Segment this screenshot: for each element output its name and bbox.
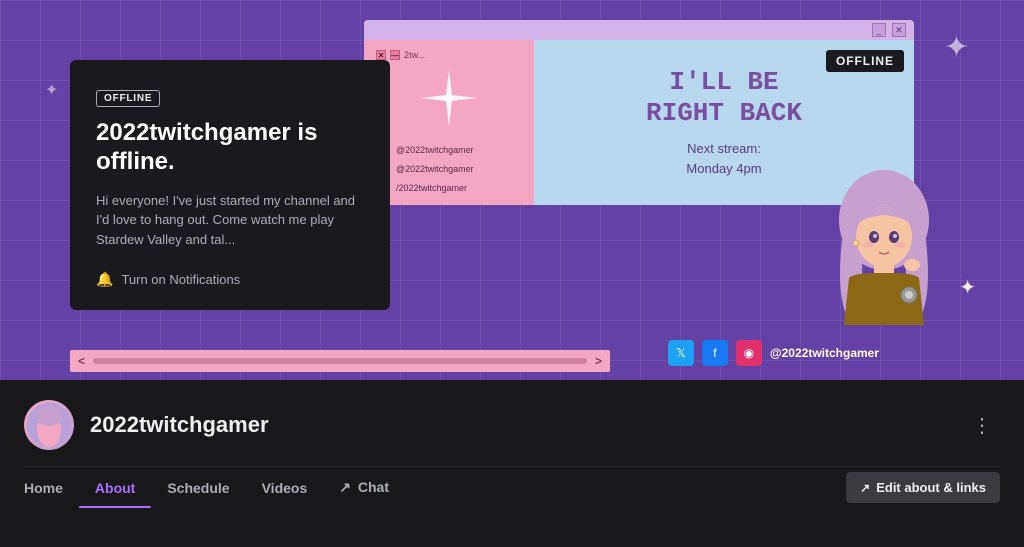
titlebar-minimize[interactable]: _ [872,23,886,37]
nav-chat-label: Chat [358,479,389,495]
edit-arrow-icon: ↗ [860,481,870,495]
stream-avatar-decoration [824,165,944,325]
kebab-menu-button[interactable]: ⋮ [964,409,1000,442]
banner-handle: @2022twitchgamer [770,346,879,360]
pink-titlebar: ✕ — 2tw... [376,50,522,60]
channel-avatar [24,400,74,450]
notify-label: Turn on Notifications [121,272,240,287]
star-deco-3: ✦ [45,80,58,100]
bell-icon: 🔔 [96,271,113,288]
offline-description: Hi everyone! I've just started my channe… [96,191,364,250]
social-links: 𝕏 @2022twitchgamer ◉ @2022twitchgamer ▶ … [376,143,522,195]
scroll-bar: < > [70,350,610,372]
offline-top-right-badge: OFFLINE [826,50,904,72]
banner-social-bar: 𝕏 f ◉ @2022twitchgamer [668,340,879,366]
edit-about-links-button[interactable]: ↗ Edit about & links [846,472,1000,503]
offline-title: 2022twitchgamer is offline. [96,119,364,177]
next-stream: Next stream: Monday 4pm [686,139,761,178]
banner-twitter-icon[interactable]: 𝕏 [668,340,694,366]
banner: ✦ ✦ ✦ OFFLINE 2022twitchgamer is offline… [0,0,1024,380]
chat-arrow-icon: ↗ [339,479,351,495]
scroll-right-arrow[interactable]: > [595,354,602,368]
banner-instagram-icon[interactable]: ◉ [736,340,762,366]
star-deco-1: ✦ [944,30,969,65]
nav-home[interactable]: Home [24,470,79,506]
channel-bar: 2022twitchgamer ⋮ Home About Schedule Vi… [0,380,1024,547]
avatar-inner [27,403,71,447]
scroll-left-arrow[interactable]: < [78,354,85,368]
titlebar-close[interactable]: ✕ [892,23,906,37]
social-youtube: ▶ /2022twitchgamer [376,181,522,195]
pink-window-close: ✕ [376,50,386,60]
nav-videos[interactable]: Videos [246,470,324,506]
channel-nav: Home About Schedule Videos ↗ Chat ↗ Edit… [24,466,1000,506]
nav-about[interactable]: About [79,470,151,506]
browser-titlebar: _ ✕ [364,20,914,40]
social-twitter: 𝕏 @2022twitchgamer [376,143,522,157]
sparkle-decoration [376,68,522,133]
offline-card: OFFLINE 2022twitchgamer is offline. Hi e… [70,60,390,310]
social-instagram: ◉ @2022twitchgamer [376,162,522,176]
nav-chat[interactable]: ↗ Chat [323,469,405,506]
channel-info-row: 2022twitchgamer ⋮ [24,380,1000,466]
pink-window-min: — [390,50,400,60]
edit-about-links-label: Edit about & links [876,480,986,495]
pink-window-label: 2tw... [404,50,425,60]
brb-text: I'LL BE RIGHT BACK [646,67,802,129]
notify-button[interactable]: 🔔 Turn on Notifications [96,271,240,288]
nav-schedule[interactable]: Schedule [151,470,245,506]
banner-facebook-icon[interactable]: f [702,340,728,366]
scroll-track [93,358,587,364]
star-deco-2: ✦ [959,275,976,300]
channel-name: 2022twitchgamer [90,412,948,438]
offline-badge: OFFLINE [96,90,160,107]
